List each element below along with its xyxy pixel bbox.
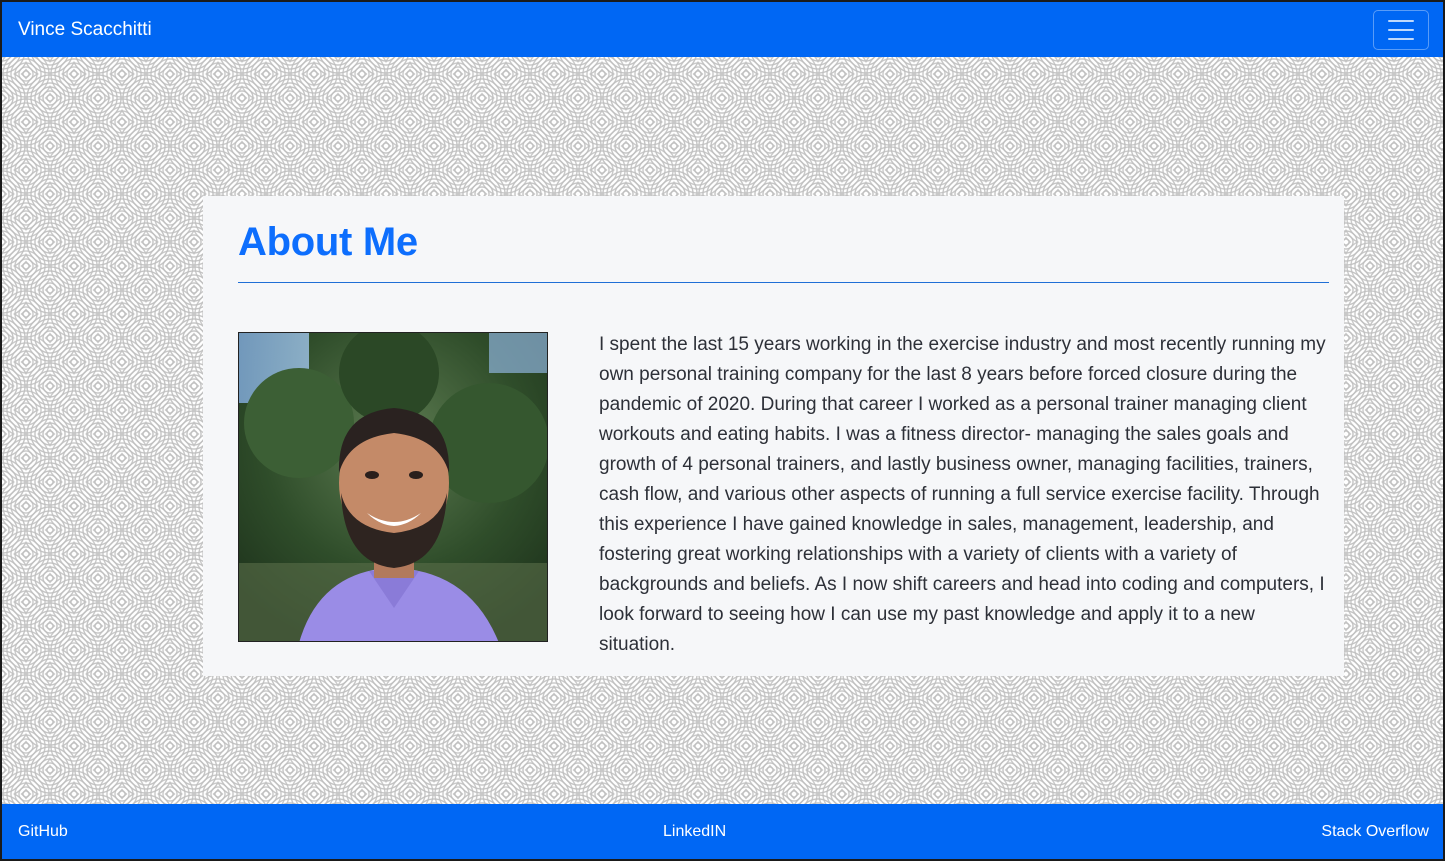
- footer-link-stack-overflow[interactable]: Stack Overflow: [1321, 823, 1429, 841]
- about-card: About Me I spent the last 15 years worki…: [203, 196, 1344, 676]
- hamburger-menu-icon-bar: [1388, 28, 1414, 31]
- bio-text: I spent the last 15 years working in the…: [599, 334, 1326, 655]
- hamburger-menu-icon: [1388, 19, 1414, 22]
- footer-navbar: GitHub LinkedIN Stack Overflow: [2, 804, 1443, 859]
- page: Vince Scacchitti About Me I spent the la…: [0, 0, 1445, 861]
- profile-photo-image: [239, 333, 547, 641]
- title-divider: [238, 282, 1329, 283]
- brand-link[interactable]: Vince Scacchitti: [18, 19, 152, 41]
- footer-link-github[interactable]: GitHub: [18, 823, 68, 841]
- about-content: I spent the last 15 years working in the…: [238, 332, 1330, 660]
- profile-photo: [238, 332, 548, 642]
- top-navbar: Vince Scacchitti: [2, 2, 1443, 57]
- hamburger-menu-icon-bar: [1388, 37, 1414, 40]
- page-title: About Me: [238, 220, 418, 264]
- navbar-toggle-button[interactable]: [1373, 9, 1429, 50]
- footer-link-linkedin[interactable]: LinkedIN: [663, 823, 726, 841]
